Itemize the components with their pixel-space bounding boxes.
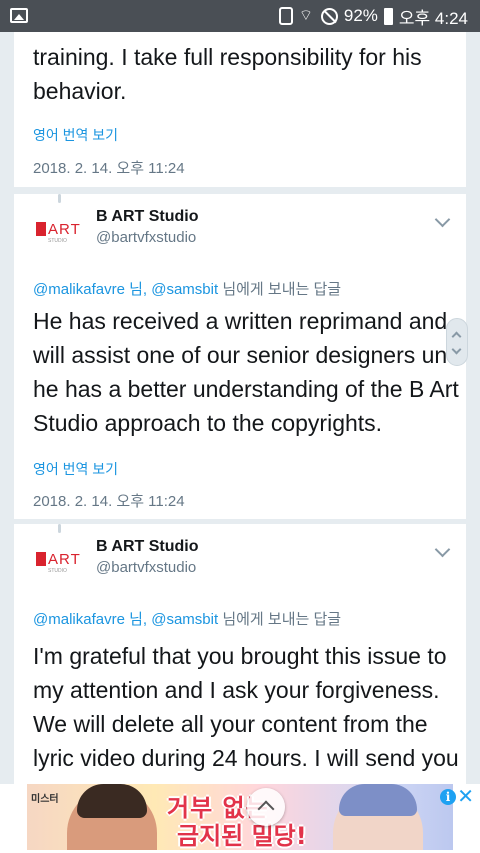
svg-text:STUDIO: STUDIO [48, 568, 67, 574]
tweet-text-line: He has received a written reprimand and [33, 308, 448, 334]
ad-character-image [333, 784, 423, 850]
tweet-text-line: training. I take full responsibility for… [33, 44, 422, 70]
svg-text:STUDIO: STUDIO [48, 238, 67, 244]
reply-suffix: 님에게 보내는 답글 [218, 281, 342, 298]
tweet-card[interactable]: ART STUDIO B ART Studio @bartvfxstudio @… [14, 194, 466, 519]
mention-link[interactable]: @samsbit [151, 611, 218, 628]
tweet-text: training. I take full responsibility for… [33, 40, 422, 108]
display-name[interactable]: B ART Studio [96, 208, 199, 226]
svg-text:ART: ART [48, 551, 81, 568]
chevron-down-icon [451, 344, 462, 355]
tweet-text-line: We will delete all your content from the [33, 711, 428, 737]
avatar[interactable]: ART STUDIO [34, 214, 92, 246]
reply-separator: 님, [124, 281, 152, 298]
tweet-text-line: Studio approach to the copyrights. [33, 410, 383, 436]
translate-link[interactable]: 영어 번역 보기 [33, 459, 118, 479]
tweet-text-line: he has a better understanding of the B A… [33, 376, 459, 402]
battery-percent: 92% [343, 6, 378, 25]
fast-scroll-handle[interactable] [446, 318, 468, 366]
status-icons: ⌔ 92% 오후 4:24 [278, 6, 468, 28]
ad-headline: 금지된 밀당! [177, 822, 307, 850]
display-name[interactable]: B ART Studio [96, 538, 199, 556]
ad-character-image [67, 784, 157, 850]
clock: 오후 4:24 [398, 8, 468, 28]
tweet-card[interactable]: ART STUDIO B ART Studio @bartvfxstudio @… [14, 524, 466, 794]
translate-link[interactable]: 영어 번역 보기 [33, 125, 118, 145]
tweet-card[interactable]: training. I take full responsibility for… [14, 32, 466, 187]
wifi-icon: ⌔ [298, 7, 313, 24]
gallery-notification-icon [10, 8, 28, 23]
tweet-text: He has received a written reprimand and … [33, 304, 464, 440]
tweet-text-line: my attention and I ask your forgiveness. [33, 677, 440, 703]
reply-context: @malikafavre 님, @samsbit 님에게 보내는 답글 [33, 608, 341, 629]
ad-info-icon[interactable]: i [440, 789, 456, 805]
tweet-text: I'm grateful that you brought this issue… [33, 639, 459, 775]
user-handle[interactable]: @bartvfxstudio [96, 559, 196, 576]
user-handle[interactable]: @bartvfxstudio [96, 229, 196, 246]
mention-link[interactable]: @samsbit [151, 281, 218, 298]
status-bar: ⌔ 92% 오후 4:24 [0, 0, 480, 32]
avatar[interactable]: ART STUDIO [34, 544, 92, 576]
tweet-text-line: behavior. [33, 78, 127, 104]
mention-link[interactable]: @malikafavre [33, 611, 125, 628]
chevron-down-icon[interactable] [434, 211, 451, 228]
reply-suffix: 님에게 보내는 답글 [218, 611, 342, 628]
thread-connector [58, 194, 61, 203]
thread-connector [58, 524, 61, 533]
svg-text:ART: ART [48, 221, 81, 238]
reply-separator: 님, [124, 611, 152, 628]
close-icon[interactable]: ✕ [457, 786, 474, 806]
tweet-timestamp[interactable]: 2018. 2. 14. 오후 11:24 [33, 157, 185, 178]
ad-brand: 미스터 [31, 794, 59, 805]
tweet-text-line: I'm grateful that you brought this issue… [33, 643, 447, 669]
tweet-text-line: will assist one of our senior designers … [33, 342, 464, 368]
scroll-to-top-button[interactable] [247, 788, 285, 826]
chevron-down-icon[interactable] [434, 541, 451, 558]
battery-icon [383, 7, 393, 25]
chevron-up-icon [451, 331, 462, 342]
sim-card-icon [278, 7, 293, 25]
do-not-disturb-icon [320, 7, 338, 25]
ad-banner[interactable]: 미스터 거부 없는 금지된 밀당! [27, 784, 453, 850]
tweet-text-line: lyric video during 24 hours. I will send… [33, 745, 459, 771]
mention-link[interactable]: @malikafavre [33, 281, 125, 298]
reply-context: @malikafavre 님, @samsbit 님에게 보내는 답글 [33, 278, 341, 299]
tweet-timestamp[interactable]: 2018. 2. 14. 오후 11:24 [33, 490, 185, 511]
ad-bar: 미스터 거부 없는 금지된 밀당! i ✕ [0, 784, 480, 853]
